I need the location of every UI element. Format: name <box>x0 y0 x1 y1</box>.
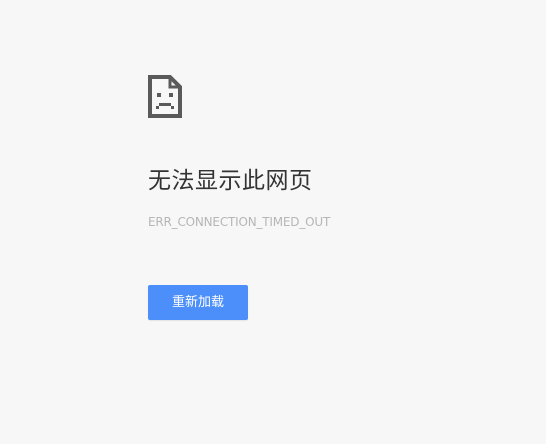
reload-button[interactable]: 重新加载 <box>148 285 248 320</box>
error-page: 无法显示此网页 ERR_CONNECTION_TIMED_OUT 重新加载 <box>0 0 546 444</box>
page-title: 无法显示此网页 <box>148 168 313 194</box>
error-code: ERR_CONNECTION_TIMED_OUT <box>148 215 331 229</box>
sad-page-icon <box>148 75 182 118</box>
